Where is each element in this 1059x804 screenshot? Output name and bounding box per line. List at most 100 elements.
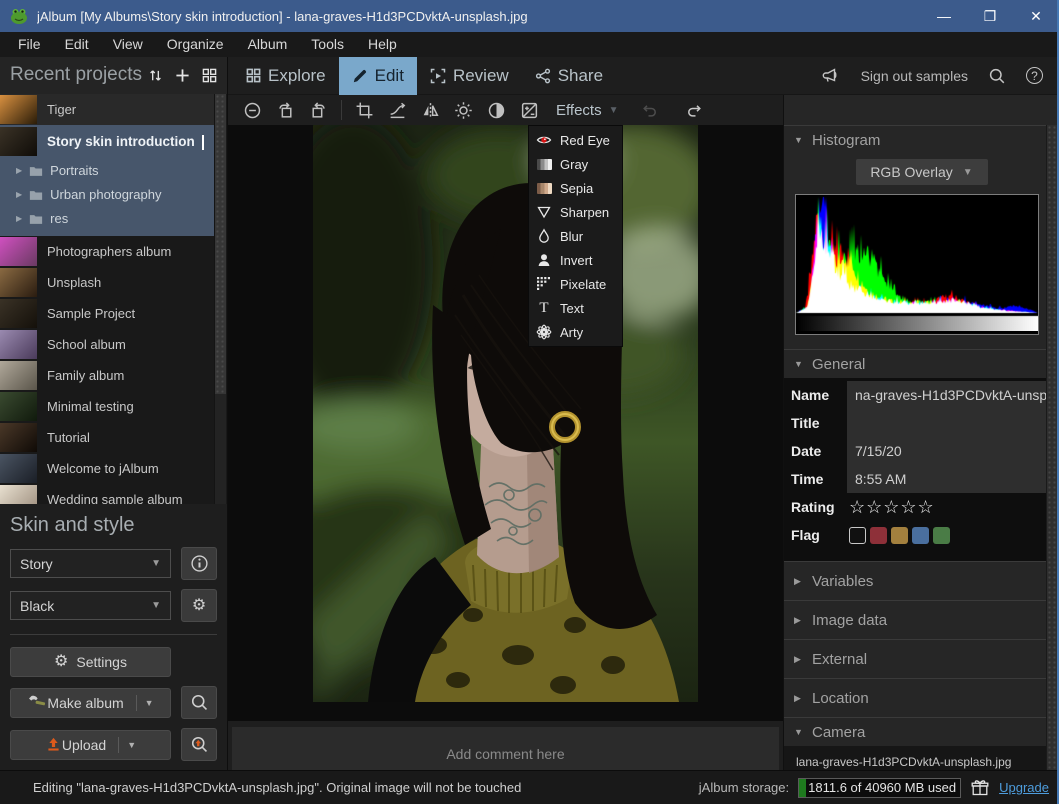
zoom-out-button[interactable] [239, 97, 266, 123]
field-value[interactable]: na-graves-H1d3PCDvktA-unsplasl [847, 381, 1050, 409]
section-camera[interactable]: ▼Camera [784, 717, 1059, 746]
flag-swatch-2[interactable] [891, 527, 908, 544]
expand-arrow-icon[interactable]: ▶ [16, 214, 22, 223]
upload-button[interactable]: Upload ▼ [10, 730, 171, 760]
settings-button[interactable]: ⚙ Settings [10, 647, 171, 677]
menu-view[interactable]: View [101, 32, 155, 57]
rotate-right-button[interactable] [305, 97, 332, 123]
menu-album[interactable]: Album [236, 32, 300, 57]
effects-menu-button[interactable]: Effects ▼ [556, 102, 619, 119]
project-minimal-testing[interactable]: Minimal testing [0, 391, 214, 422]
preview-album-button[interactable] [181, 686, 217, 719]
redo-button[interactable] [681, 97, 708, 123]
project-thumbnail [0, 361, 37, 390]
project-tutorial[interactable]: Tutorial [0, 422, 214, 453]
subfolder-urban-photography[interactable]: ▶Urban photography [0, 183, 214, 207]
chevron-down-icon[interactable]: ▼ [127, 740, 136, 750]
open-album-online-button[interactable] [181, 728, 217, 761]
sign-out-link[interactable]: Sign out samples [861, 68, 968, 84]
project-sample-project[interactable]: Sample Project [0, 298, 214, 329]
tab-review[interactable]: Review [417, 57, 522, 95]
section-location[interactable]: ▶Location [784, 678, 1059, 717]
general-section-header[interactable]: ▼ General [784, 349, 1059, 378]
effect-text[interactable]: TText [529, 296, 622, 320]
grid-view-icon[interactable] [202, 68, 217, 83]
field-value[interactable] [847, 409, 1050, 437]
project-unsplash[interactable]: Unsplash [0, 267, 214, 298]
tab-share[interactable]: Share [522, 57, 616, 95]
brightness-button[interactable] [450, 97, 477, 123]
effect-pixelate[interactable]: Pixelate [529, 272, 622, 296]
project-story-skin-introduction[interactable]: Story skin introduction [0, 125, 214, 159]
contrast-button[interactable] [483, 97, 510, 123]
menu-file[interactable]: File [6, 32, 53, 57]
close-button[interactable]: ✕ [1013, 0, 1059, 32]
effect-invert[interactable]: Invert [529, 248, 622, 272]
histogram-section-header[interactable]: ▼ Histogram [784, 125, 1059, 154]
undo-button[interactable] [637, 97, 664, 123]
project-list-scrollbar[interactable] [214, 94, 226, 504]
expand-arrow-icon[interactable]: ▶ [16, 166, 22, 175]
flag-swatch-1[interactable] [870, 527, 887, 544]
pencil-icon [352, 68, 368, 84]
rating-stars[interactable]: ☆☆☆☆☆ [847, 493, 1050, 521]
help-icon[interactable]: ? [1026, 67, 1043, 84]
field-value[interactable]: 7/15/20 [847, 437, 1050, 465]
crop-button[interactable] [351, 97, 378, 123]
announcements-icon[interactable] [821, 66, 841, 86]
magnifier-icon [190, 693, 209, 712]
search-icon[interactable] [988, 67, 1006, 85]
flag-swatch-0[interactable] [849, 527, 866, 544]
flip-horizontal-button[interactable] [417, 97, 444, 123]
effect-label: Pixelate [560, 277, 606, 292]
add-project-icon[interactable] [175, 68, 190, 83]
make-album-button[interactable]: Make album ▼ [10, 688, 171, 718]
section-variables[interactable]: ▶Variables [784, 561, 1059, 600]
histogram-mode-select[interactable]: RGB Overlay ▼ [856, 159, 988, 185]
project-welcome-to-jalbum[interactable]: Welcome to jAlbum [0, 453, 214, 484]
section-label: Camera [812, 724, 865, 741]
field-value[interactable]: 8:55 AM [847, 465, 1050, 493]
effect-sharpen[interactable]: Sharpen [529, 200, 622, 224]
menu-help[interactable]: Help [356, 32, 409, 57]
upgrade-link[interactable]: Upgrade [999, 780, 1049, 795]
exposure-button[interactable] [516, 97, 543, 123]
image-canvas[interactable]: Red EyeGraySepiaSharpenBlurInvert Pixelat… [228, 125, 783, 721]
flag-swatch-3[interactable] [912, 527, 929, 544]
project-wedding-sample-album[interactable]: Wedding sample album [0, 484, 214, 504]
project-tiger[interactable]: Tiger [0, 94, 214, 125]
project-school-album[interactable]: School album [0, 329, 214, 360]
gift-icon[interactable] [970, 778, 990, 798]
maximize-button[interactable]: ❐ [967, 0, 1013, 32]
rotate-left-button[interactable] [272, 97, 299, 123]
menu-organize[interactable]: Organize [155, 32, 236, 57]
effect-sepia[interactable]: Sepia [529, 176, 622, 200]
skin-select[interactable]: Story ▼ [10, 549, 171, 578]
style-select[interactable]: Black ▼ [10, 591, 171, 620]
menu-edit[interactable]: Edit [53, 32, 101, 57]
section-external[interactable]: ▶External [784, 639, 1059, 678]
project-family-album[interactable]: Family album [0, 360, 214, 391]
field-flag: Flag [784, 521, 1059, 549]
skin-info-button[interactable] [181, 547, 217, 580]
effect-arty[interactable]: Arty [529, 320, 622, 344]
section-image-data[interactable]: ▶Image data [784, 600, 1059, 639]
effect-red-eye[interactable]: Red Eye [529, 128, 622, 152]
subfolder-portraits[interactable]: ▶Portraits [0, 159, 214, 183]
minimize-button[interactable]: — [921, 0, 967, 32]
menu-tools[interactable]: Tools [299, 32, 356, 57]
sort-projects-icon[interactable] [148, 68, 163, 83]
expand-arrow-icon[interactable]: ▶ [16, 190, 22, 199]
effect-gray[interactable]: Gray [529, 152, 622, 176]
tab-edit[interactable]: Edit [339, 57, 417, 95]
subfolder-res[interactable]: ▶res [0, 207, 214, 231]
chevron-down-icon[interactable]: ▼ [145, 698, 154, 708]
project-photographers-album[interactable]: Photographers album [0, 236, 214, 267]
scrollbar-thumb[interactable] [215, 94, 226, 394]
tab-explore[interactable]: Explore [233, 57, 339, 95]
project-story-skin-introduction-selected[interactable]: Story skin introduction▶Portraits▶Urban … [0, 125, 214, 236]
straighten-button[interactable] [384, 97, 411, 123]
style-settings-button[interactable]: ⚙ [181, 589, 217, 622]
effect-blur[interactable]: Blur [529, 224, 622, 248]
flag-swatch-4[interactable] [933, 527, 950, 544]
